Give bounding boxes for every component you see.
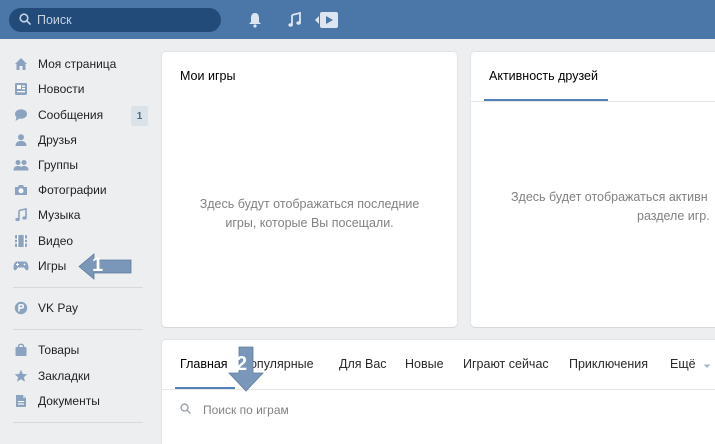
sidebar-item-video[interactable]: Видео: [0, 229, 150, 253]
tab-friends-activity[interactable]: Активность друзей: [489, 69, 598, 83]
gamepad-icon: [13, 258, 29, 274]
sidebar-item-label: Закладки: [38, 369, 90, 383]
video-icon: [13, 233, 29, 249]
annotation-number-2: 2: [236, 353, 248, 375]
tab-playing-now[interactable]: Играют сейчас: [463, 357, 549, 371]
sidebar-item-vk-pay[interactable]: VK Pay: [0, 296, 150, 320]
bag-icon: [13, 342, 29, 358]
annotation-arrow-1: 1: [78, 253, 132, 280]
bell-icon[interactable]: [245, 10, 265, 30]
news-icon: [13, 81, 29, 97]
sidebar-item-music[interactable]: Музыка: [0, 203, 150, 227]
tab-adventures[interactable]: Приключения: [569, 357, 648, 371]
sidebar-divider: [13, 329, 143, 330]
search-icon: [180, 403, 191, 417]
header-search-input[interactable]: [37, 13, 217, 27]
sidebar-item-label: Сообщения: [38, 108, 104, 122]
message-icon: [13, 107, 29, 123]
sidebar-item-my-page[interactable]: Моя страница: [0, 52, 150, 76]
sidebar-item-label: Игры: [38, 259, 67, 273]
sidebar-divider: [13, 287, 143, 288]
sidebar-item-label: Группы: [38, 158, 78, 172]
annotation-arrow-2: 2: [228, 346, 264, 392]
my-games-title: Мои игры: [180, 69, 236, 83]
top-bar: [0, 0, 715, 39]
sidebar-item-label: Видео: [38, 234, 74, 248]
sidebar-divider: [13, 422, 143, 423]
sidebar-item-groups[interactable]: Группы: [0, 153, 150, 177]
games-search-input[interactable]: [203, 403, 603, 417]
sidebar-item-bookmarks[interactable]: Закладки: [0, 364, 150, 388]
sidebar-item-friends[interactable]: Друзья: [0, 128, 150, 152]
sidebar-item-label: Новости: [38, 82, 85, 96]
sidebar-item-label: VK Pay: [38, 301, 79, 315]
sidebar-item-label: Документы: [38, 394, 100, 408]
search-icon: [19, 12, 31, 28]
friend-icon: [13, 132, 29, 148]
sidebar-item-messages[interactable]: Сообщения 1: [0, 103, 150, 127]
chevron-down-icon: [703, 358, 711, 372]
tab-main[interactable]: Главная: [180, 357, 228, 371]
sidebar-item-label: Музыка: [38, 208, 81, 222]
play-icon[interactable]: [315, 10, 339, 30]
card-divider: [471, 101, 715, 102]
sidebar-item-photos[interactable]: Фотографии: [0, 178, 150, 202]
sidebar-item-news[interactable]: Новости: [0, 77, 150, 101]
sidebar-item-goods[interactable]: Товары: [0, 338, 150, 362]
sidebar-item-label: Фотографии: [38, 183, 107, 197]
document-icon: [13, 393, 29, 409]
games-search[interactable]: [162, 390, 715, 430]
groups-icon: [13, 157, 29, 173]
friends-activity-card: Активность друзей Здесь будет отображать…: [471, 52, 715, 327]
friends-activity-empty-text: Здесь будет отображаться активн разделе …: [511, 190, 710, 223]
sidebar-item-label: Товары: [38, 343, 80, 357]
tab-for-you[interactable]: Для Вас: [339, 357, 387, 371]
sidebar-item-label: Друзья: [38, 133, 77, 147]
messages-count-badge: 1: [131, 106, 148, 126]
vkpay-icon: [13, 300, 29, 316]
home-icon: [13, 56, 29, 72]
star-icon: [13, 368, 29, 384]
music-icon: [13, 207, 29, 223]
my-games-empty-text: Здесь будут отображаться последние игры,…: [199, 197, 420, 230]
camera-icon: [13, 182, 29, 198]
music-icon[interactable]: [285, 10, 305, 30]
sidebar-item-label: Моя страница: [38, 57, 117, 71]
tab-new[interactable]: Новые: [405, 357, 444, 371]
my-games-card: Мои игры Здесь будут отображаться послед…: [162, 52, 457, 327]
tab-more[interactable]: Ещё: [670, 357, 711, 372]
annotation-number-1: 1: [92, 254, 104, 276]
header-search[interactable]: [9, 8, 221, 32]
sidebar-item-documents[interactable]: Документы: [0, 389, 150, 413]
